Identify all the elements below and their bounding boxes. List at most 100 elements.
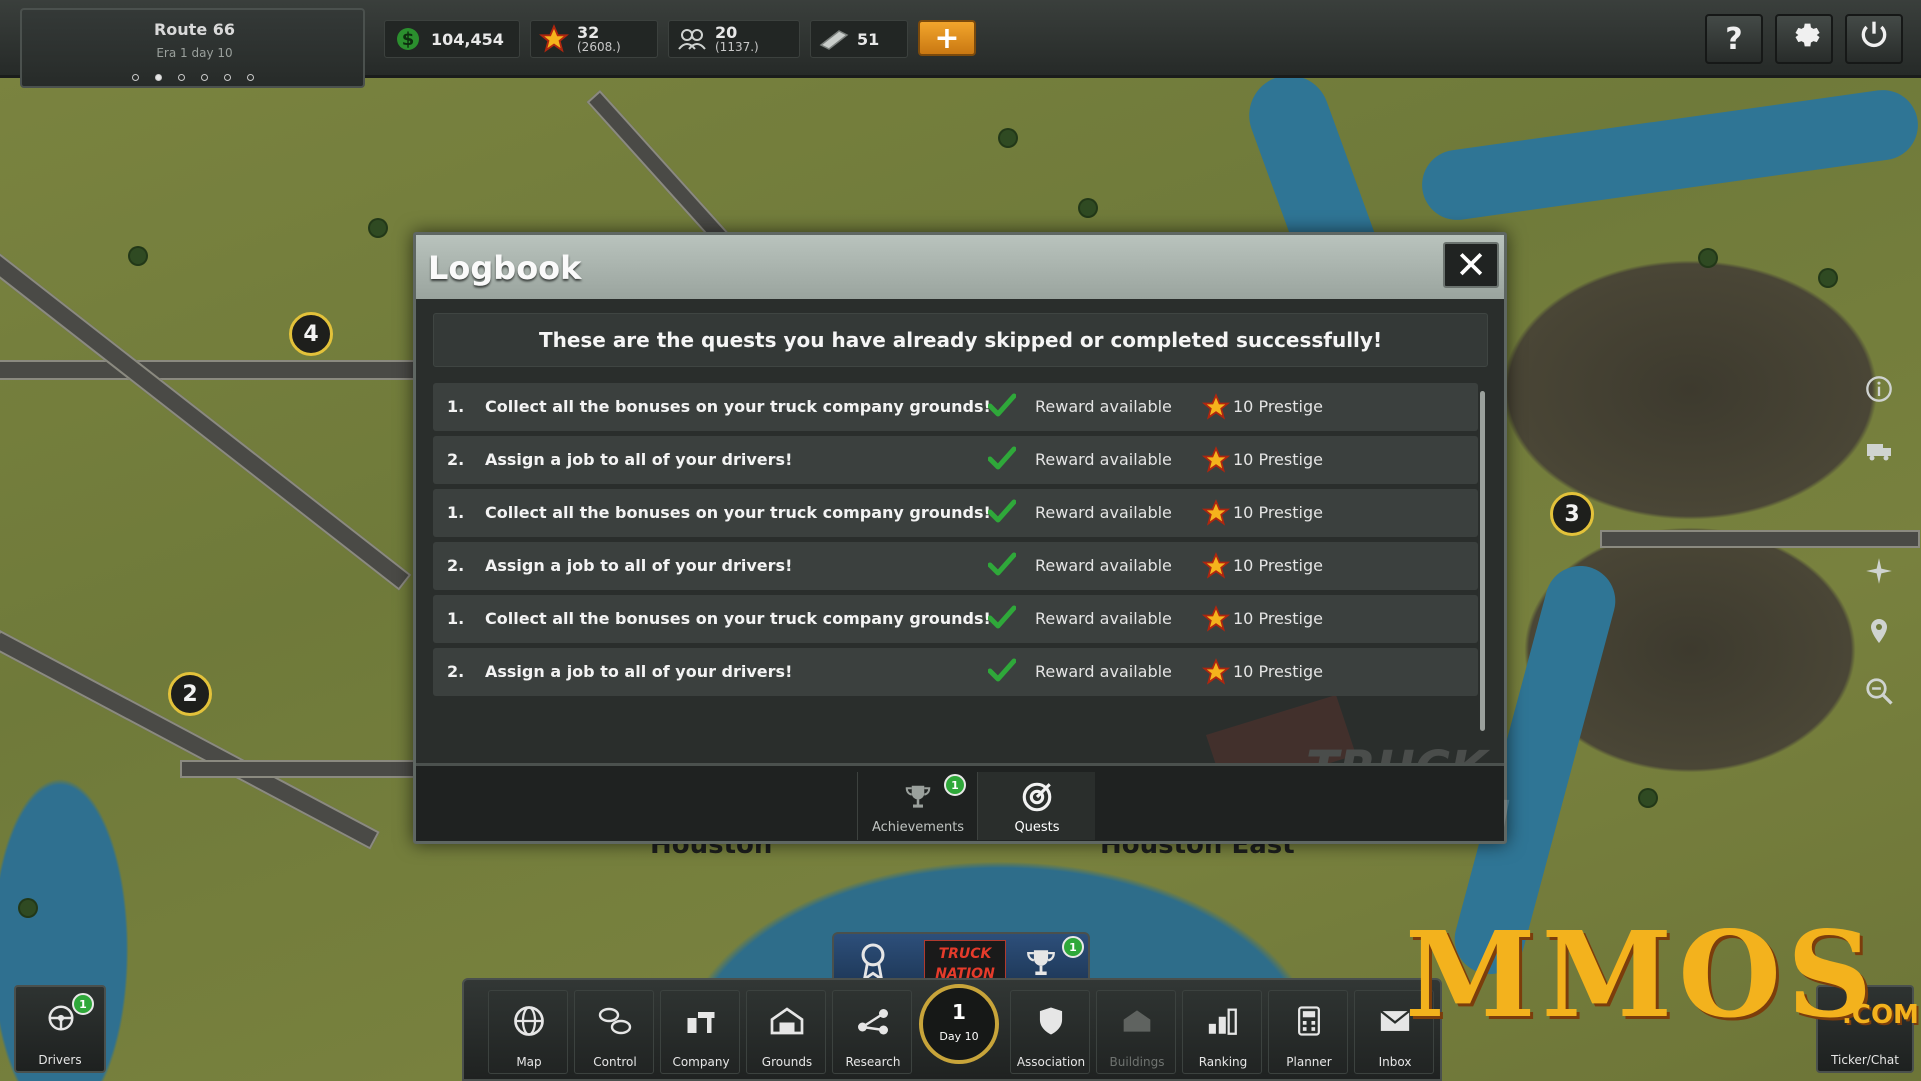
settings-button[interactable] — [1775, 14, 1833, 64]
notification-badge: 1 — [1062, 936, 1084, 958]
checkmark-icon — [987, 605, 1017, 633]
power-button[interactable] — [1845, 14, 1903, 64]
warehouse-icon — [747, 1003, 827, 1039]
map-marker[interactable]: 3 — [1550, 492, 1594, 536]
close-icon: ✕ — [1455, 243, 1487, 287]
zoom-out-icon[interactable] — [1862, 674, 1896, 708]
button-label: Planner — [1286, 1055, 1332, 1069]
quest-row[interactable]: 2. Assign a job to all of your drivers! Re… — [433, 436, 1478, 484]
tab-label: Quests — [1014, 820, 1060, 835]
page-dot[interactable] — [178, 74, 185, 81]
truck-icon[interactable] — [1862, 434, 1896, 468]
help-button[interactable]: ? — [1705, 14, 1763, 64]
button-label: Inbox — [1378, 1055, 1412, 1069]
quest-row[interactable]: 2. Assign a job to all of your drivers! Re… — [433, 648, 1478, 696]
control-button[interactable]: Control — [574, 990, 654, 1074]
page-dot[interactable] — [201, 74, 208, 81]
button-label: Drivers — [38, 1053, 82, 1067]
planner-button[interactable]: Planner — [1268, 990, 1348, 1074]
checkmark-icon — [987, 658, 1017, 686]
quest-row[interactable]: 1. Collect all the bonuses on your truck … — [433, 489, 1478, 537]
star-icon — [539, 24, 569, 54]
reward-amount: 10 Prestige — [1233, 556, 1323, 575]
svg-text:$: $ — [402, 29, 415, 50]
quest-text: Collect all the bonuses on your truck co… — [485, 609, 991, 628]
mmos-watermark-logo: MMOS — [1405, 905, 1879, 1044]
page-dot[interactable] — [224, 74, 231, 81]
quest-row[interactable]: 2. Assign a job to all of your drivers! Re… — [433, 542, 1478, 590]
close-button[interactable]: ✕ — [1443, 242, 1499, 288]
quest-number: 2. — [447, 556, 465, 575]
tree — [1080, 200, 1096, 216]
river — [1417, 85, 1921, 225]
logbook-dialog: Logbook ✕ TRUCK NATION These are the que… — [413, 232, 1510, 847]
quest-number: 2. — [447, 662, 465, 681]
association-button[interactable]: Association — [1010, 990, 1090, 1074]
power-icon — [1858, 19, 1890, 59]
notification-badge: 1 — [944, 774, 966, 796]
reward-status: Reward available — [1035, 609, 1172, 628]
route-info-panel[interactable]: Route 66 Era 1 day 10 — [20, 8, 365, 88]
logbook-banner: These are the quests you have already sk… — [433, 313, 1488, 367]
map-button[interactable]: Map — [488, 990, 568, 1074]
ranking-button[interactable]: Ranking — [1182, 990, 1262, 1074]
target-icon — [1020, 780, 1054, 818]
road — [0, 230, 412, 591]
button-label: Map — [516, 1055, 542, 1069]
day-clock[interactable]: 1 Day 10 — [919, 984, 999, 1064]
reward-status: Reward available — [1035, 556, 1172, 575]
money-stat: $ 104,454 — [384, 20, 520, 58]
quest-list[interactable]: 1. Collect all the bonuses on your truck … — [433, 383, 1488, 753]
quest-number: 1. — [447, 397, 465, 416]
quest-text: Assign a job to all of your drivers! — [485, 662, 793, 681]
button-label: Company — [672, 1055, 730, 1069]
reward-amount: 10 Prestige — [1233, 397, 1323, 416]
button-label: Ticker/Chat — [1831, 1053, 1899, 1067]
research-button[interactable]: Research — [832, 990, 912, 1074]
help-icon: ? — [1725, 21, 1743, 57]
tab-quests[interactable]: Quests — [977, 772, 1095, 840]
tree — [1640, 790, 1656, 806]
page-dot[interactable] — [155, 74, 162, 81]
scrollbar[interactable] — [1480, 391, 1485, 731]
tab-achievements[interactable]: 1 Achievements — [857, 772, 977, 840]
buildings-button[interactable]: Buildings — [1096, 990, 1176, 1074]
money-value: 104,454 — [431, 29, 504, 49]
quest-number: 2. — [447, 450, 465, 469]
tree — [1820, 270, 1836, 286]
drivers-button[interactable]: 1 Drivers — [14, 985, 106, 1073]
company-button[interactable]: Company — [660, 990, 740, 1074]
network-icon — [833, 1003, 913, 1039]
button-label: Buildings — [1109, 1055, 1165, 1069]
reward-amount: 10 Prestige — [1233, 662, 1323, 681]
grounds-button[interactable]: Grounds — [746, 990, 826, 1074]
quest-text: Assign a job to all of your drivers! — [485, 450, 793, 469]
quest-row[interactable]: 1. Collect all the bonuses on your truck … — [433, 595, 1478, 643]
road — [1600, 530, 1920, 548]
quest-text: Collect all the bonuses on your truck co… — [485, 397, 991, 416]
map-marker[interactable]: 4 — [289, 312, 333, 356]
bottom-toolbar: Map Control Company Grounds Research 1 D… — [462, 978, 1442, 1081]
checkmark-icon — [987, 499, 1017, 527]
map-marker[interactable]: 2 — [168, 672, 212, 716]
logbook-tabs: 1 Achievements Quests — [416, 763, 1504, 841]
quest-number: 1. — [447, 609, 465, 628]
button-label: Association — [1016, 1055, 1086, 1069]
quest-row[interactable]: 1. Collect all the bonuses on your truck … — [433, 383, 1478, 431]
compass-icon[interactable] — [1862, 554, 1896, 588]
page-dot[interactable] — [247, 74, 254, 81]
prestige-star-icon — [1201, 658, 1231, 690]
add-currency-button[interactable]: + — [918, 20, 976, 56]
mmos-watermark-suffix: .COM — [1842, 1000, 1919, 1030]
prestige-star-icon — [1201, 446, 1231, 478]
shield-icon — [1011, 1003, 1091, 1039]
trophy-icon — [903, 782, 933, 816]
steering-wheel-icon — [46, 1003, 76, 1036]
control-icon — [575, 1003, 655, 1039]
info-icon[interactable] — [1862, 372, 1896, 406]
bar-chart-icon — [1183, 1003, 1263, 1039]
location-pin-icon[interactable] — [1862, 614, 1896, 648]
prestige-value: 32 — [577, 22, 600, 42]
page-dot[interactable] — [132, 74, 139, 81]
game-screen: 4 3 2 Houston Houston East Route 66 Era … — [0, 0, 1921, 1081]
